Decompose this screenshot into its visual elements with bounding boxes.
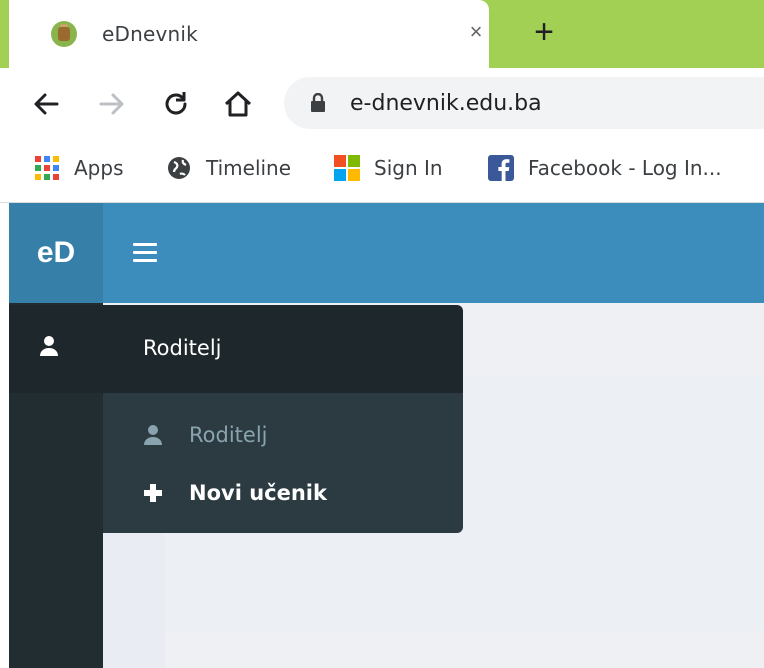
- user-icon: [39, 335, 59, 362]
- url-text: e-dnevnik.edu.ba: [350, 91, 542, 116]
- hamburger-menu-icon[interactable]: [133, 243, 157, 263]
- bookmark-facebook[interactable]: Facebook - Log In...: [488, 150, 722, 186]
- back-icon[interactable]: [30, 88, 62, 120]
- app-logo[interactable]: eD: [9, 203, 103, 303]
- treeview-submenu: Roditelj Novi učenik: [103, 393, 463, 533]
- bookmark-sign-in[interactable]: Sign In: [334, 150, 443, 186]
- bookmark-label: Apps: [74, 156, 124, 180]
- bookmarks-bar: Apps Timeline Sign In Facebook - Log In.…: [0, 136, 764, 203]
- top-navbar: [103, 203, 764, 303]
- bookmark-label: Timeline: [206, 156, 292, 180]
- tab-title: eDnevnik: [102, 22, 198, 46]
- bookmark-label: Facebook - Log In...: [528, 156, 722, 180]
- ednevnik-favicon-icon: [51, 21, 77, 47]
- address-bar[interactable]: e-dnevnik.edu.ba: [284, 77, 764, 129]
- browser-toolbar: e-dnevnik.edu.ba: [0, 68, 764, 136]
- lock-icon: [310, 92, 326, 118]
- bookmark-apps[interactable]: Apps: [34, 150, 124, 186]
- forward-icon[interactable]: [96, 88, 128, 120]
- sidebar-item-roditelj[interactable]: Roditelj: [9, 305, 463, 393]
- globe-icon: [166, 155, 192, 181]
- page-edge: [0, 203, 9, 668]
- home-icon[interactable]: [222, 88, 254, 120]
- submenu-item-label: Novi učenik: [189, 481, 327, 505]
- reload-icon[interactable]: [160, 88, 192, 120]
- bookmark-label: Sign In: [374, 156, 443, 180]
- submenu-item-novi-ucenik[interactable]: Novi učenik: [141, 478, 327, 508]
- microsoft-logo-icon: [334, 155, 360, 181]
- close-tab-button[interactable]: ×: [464, 20, 488, 44]
- apps-grid-icon: [34, 155, 60, 181]
- submenu-item-label: Roditelj: [189, 423, 268, 447]
- sidebar-item-label: Roditelj: [143, 336, 222, 360]
- bookmark-timeline[interactable]: Timeline: [166, 150, 291, 186]
- plus-icon: [141, 483, 165, 503]
- facebook-icon: [488, 155, 514, 181]
- new-tab-button[interactable]: +: [527, 14, 561, 50]
- submenu-item-roditelj[interactable]: Roditelj: [141, 420, 267, 450]
- user-icon: [141, 424, 165, 446]
- browser-tab[interactable]: eDnevnik ×: [9, 0, 489, 68]
